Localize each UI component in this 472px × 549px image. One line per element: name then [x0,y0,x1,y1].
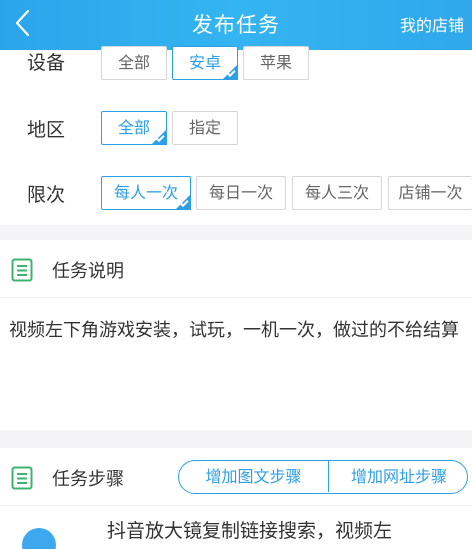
document-icon [11,258,33,282]
limit-label: 限次 [27,184,66,206]
step-number-badge [22,528,56,549]
add-url-step-button[interactable]: 增加网址步骤 [329,461,467,492]
step-1-text[interactable]: 抖音放大镜复制链接搜索，视频左 [107,516,472,543]
task-steps-card: 任务步骤 增加图文步骤 增加网址步骤 抖音放大镜复制链接搜索，视频左 [0,448,472,549]
limit-option-store-once[interactable]: 店铺一次 [388,176,472,210]
limit-option-per-person-thrice[interactable]: 每人三次 [292,176,382,210]
region-option-all[interactable]: 全部 [101,111,167,145]
steps-title: 任务步骤 [52,469,124,490]
step-add-buttons: 增加图文步骤 增加网址步骤 [178,460,468,494]
region-row: 地区 全部 指定 [0,111,472,147]
description-header: 任务说明 [0,240,472,298]
device-label: 设备 [27,52,66,74]
limit-option-per-person-once[interactable]: 每人一次 [101,176,191,210]
app-header: 发布任务 我的店铺 [0,0,472,50]
device-option-apple[interactable]: 苹果 [243,46,309,80]
device-option-all[interactable]: 全部 [101,46,167,80]
device-option-android[interactable]: 安卓 [172,46,238,80]
document-icon [11,466,33,490]
description-title: 任务说明 [52,261,124,282]
region-label: 地区 [27,119,66,141]
my-store-link[interactable]: 我的店铺 [400,12,464,36]
task-options-panel: 设备 全部 安卓 苹果 地区 全部 指定 限次 每人一次 每日一次 每人三次 店… [0,46,472,225]
task-description-card: 任务说明 视频左下角游戏安装，试玩，一机一次，做过的不给结算 [0,240,472,430]
steps-header: 任务步骤 增加图文步骤 增加网址步骤 [0,448,472,506]
region-option-specified[interactable]: 指定 [172,111,238,145]
limit-option-daily-once[interactable]: 每日一次 [196,176,286,210]
device-row: 设备 全部 安卓 苹果 [0,46,472,82]
limit-row: 限次 每人一次 每日一次 每人三次 店铺一次 [0,176,472,212]
add-image-step-button[interactable]: 增加图文步骤 [179,461,329,492]
description-text[interactable]: 视频左下角游戏安装，试玩，一机一次，做过的不给结算 [9,315,469,347]
